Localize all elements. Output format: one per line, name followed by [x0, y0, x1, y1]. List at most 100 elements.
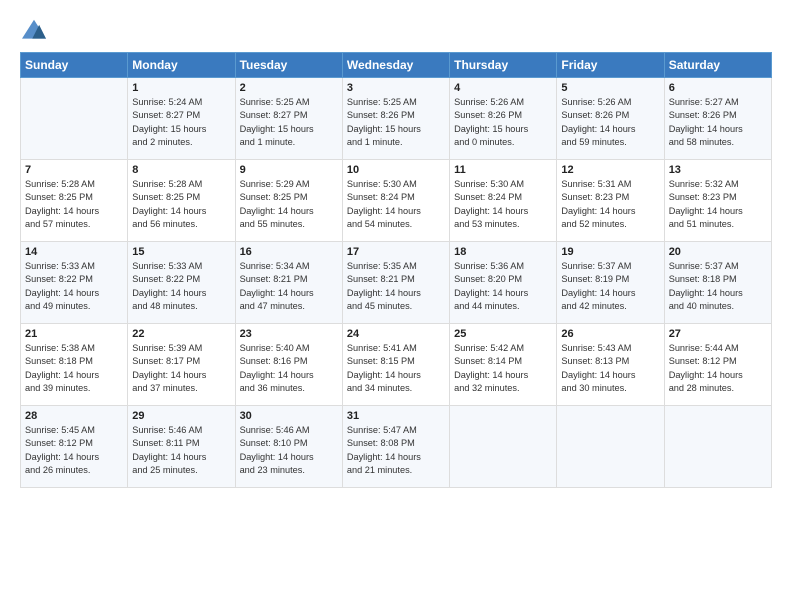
day-cell: 1 Sunrise: 5:24 AM Sunset: 8:27 PM Daylig… [128, 78, 235, 160]
day-cell: 7Sunrise: 5:28 AM Sunset: 8:25 PM Daylig… [21, 160, 128, 242]
day-number: 25 [454, 328, 552, 340]
day-info: Sunrise: 5:28 AM Sunset: 8:25 PM Dayligh… [132, 178, 230, 231]
day-cell: 4 Sunrise: 5:26 AM Sunset: 8:26 PM Daylig… [450, 78, 557, 160]
day-cell: 3Sunrise: 5:25 AM Sunset: 8:26 PM Daylig… [342, 78, 449, 160]
day-number: 29 [132, 410, 230, 422]
day-number: 19 [561, 246, 659, 258]
day-info: Sunrise: 5:30 AM Sunset: 8:24 PM Dayligh… [454, 178, 552, 231]
col-header-thursday: Thursday [450, 53, 557, 78]
day-number: 17 [347, 246, 445, 258]
day-cell: 16Sunrise: 5:34 AM Sunset: 8:21 PM Dayli… [235, 242, 342, 324]
day-number: 10 [347, 164, 445, 176]
col-header-friday: Friday [557, 53, 664, 78]
day-info: Sunrise: 5:27 AM Sunset: 8:26 PM Dayligh… [669, 96, 767, 149]
day-number: 4 [454, 82, 552, 94]
logo [20, 18, 52, 42]
day-number: 3 [347, 82, 445, 94]
week-row-1: 1 Sunrise: 5:24 AM Sunset: 8:27 PM Daylig… [21, 78, 772, 160]
day-cell: 10 Sunrise: 5:30 AM Sunset: 8:24 PM Dayli… [342, 160, 449, 242]
day-cell: 29 Sunrise: 5:46 AM Sunset: 8:11 PM Dayli… [128, 406, 235, 488]
day-cell: 9Sunrise: 5:29 AM Sunset: 8:25 PM Daylig… [235, 160, 342, 242]
day-info: Sunrise: 5:31 AM Sunset: 8:23 PM Dayligh… [561, 178, 659, 231]
day-cell: 26 Sunrise: 5:43 AM Sunset: 8:13 PM Dayli… [557, 324, 664, 406]
day-cell: 14 Sunrise: 5:33 AM Sunset: 8:22 PM Dayli… [21, 242, 128, 324]
day-info: Sunrise: 5:44 AM Sunset: 8:12 PM Dayligh… [669, 342, 767, 395]
day-number: 22 [132, 328, 230, 340]
day-cell: 6 Sunrise: 5:27 AM Sunset: 8:26 PM Daylig… [664, 78, 771, 160]
col-header-tuesday: Tuesday [235, 53, 342, 78]
day-number: 28 [25, 410, 123, 422]
day-number: 9 [240, 164, 338, 176]
day-info: Sunrise: 5:42 AM Sunset: 8:14 PM Dayligh… [454, 342, 552, 395]
day-cell: 28 Sunrise: 5:45 AM Sunset: 8:12 PM Dayli… [21, 406, 128, 488]
week-row-3: 14 Sunrise: 5:33 AM Sunset: 8:22 PM Dayli… [21, 242, 772, 324]
day-info: Sunrise: 5:24 AM Sunset: 8:27 PM Dayligh… [132, 96, 230, 149]
day-cell: 15Sunrise: 5:33 AM Sunset: 8:22 PM Dayli… [128, 242, 235, 324]
day-info: Sunrise: 5:26 AM Sunset: 8:26 PM Dayligh… [454, 96, 552, 149]
day-cell [664, 406, 771, 488]
day-info: Sunrise: 5:30 AM Sunset: 8:24 PM Dayligh… [347, 178, 445, 231]
day-cell: 20 Sunrise: 5:37 AM Sunset: 8:18 PM Dayli… [664, 242, 771, 324]
day-info: Sunrise: 5:43 AM Sunset: 8:13 PM Dayligh… [561, 342, 659, 395]
day-number: 23 [240, 328, 338, 340]
day-info: Sunrise: 5:33 AM Sunset: 8:22 PM Dayligh… [25, 260, 123, 313]
day-cell: 12 Sunrise: 5:31 AM Sunset: 8:23 PM Dayli… [557, 160, 664, 242]
day-cell: 18Sunrise: 5:36 AM Sunset: 8:20 PM Dayli… [450, 242, 557, 324]
col-header-wednesday: Wednesday [342, 53, 449, 78]
calendar-table: SundayMondayTuesdayWednesdayThursdayFrid… [20, 52, 772, 488]
day-info: Sunrise: 5:32 AM Sunset: 8:23 PM Dayligh… [669, 178, 767, 231]
page: SundayMondayTuesdayWednesdayThursdayFrid… [0, 0, 792, 612]
day-number: 12 [561, 164, 659, 176]
day-number: 20 [669, 246, 767, 258]
day-cell: 8Sunrise: 5:28 AM Sunset: 8:25 PM Daylig… [128, 160, 235, 242]
day-number: 27 [669, 328, 767, 340]
day-info: Sunrise: 5:37 AM Sunset: 8:19 PM Dayligh… [561, 260, 659, 313]
day-number: 11 [454, 164, 552, 176]
day-cell: 23 Sunrise: 5:40 AM Sunset: 8:16 PM Dayli… [235, 324, 342, 406]
day-cell [450, 406, 557, 488]
day-number: 21 [25, 328, 123, 340]
day-info: Sunrise: 5:37 AM Sunset: 8:18 PM Dayligh… [669, 260, 767, 313]
day-number: 31 [347, 410, 445, 422]
day-number: 24 [347, 328, 445, 340]
col-header-sunday: Sunday [21, 53, 128, 78]
day-number: 1 [132, 82, 230, 94]
day-cell: 30 Sunrise: 5:46 AM Sunset: 8:10 PM Dayli… [235, 406, 342, 488]
day-cell [557, 406, 664, 488]
day-info: Sunrise: 5:25 AM Sunset: 8:27 PM Dayligh… [240, 96, 338, 149]
day-info: Sunrise: 5:39 AM Sunset: 8:17 PM Dayligh… [132, 342, 230, 395]
day-cell: 21Sunrise: 5:38 AM Sunset: 8:18 PM Dayli… [21, 324, 128, 406]
week-row-2: 7Sunrise: 5:28 AM Sunset: 8:25 PM Daylig… [21, 160, 772, 242]
day-cell: 22 Sunrise: 5:39 AM Sunset: 8:17 PM Dayli… [128, 324, 235, 406]
day-info: Sunrise: 5:36 AM Sunset: 8:20 PM Dayligh… [454, 260, 552, 313]
week-row-5: 28 Sunrise: 5:45 AM Sunset: 8:12 PM Dayli… [21, 406, 772, 488]
day-info: Sunrise: 5:46 AM Sunset: 8:11 PM Dayligh… [132, 424, 230, 477]
day-info: Sunrise: 5:34 AM Sunset: 8:21 PM Dayligh… [240, 260, 338, 313]
day-number: 13 [669, 164, 767, 176]
day-cell: 11 Sunrise: 5:30 AM Sunset: 8:24 PM Dayli… [450, 160, 557, 242]
day-number: 14 [25, 246, 123, 258]
day-info: Sunrise: 5:41 AM Sunset: 8:15 PM Dayligh… [347, 342, 445, 395]
day-info: Sunrise: 5:46 AM Sunset: 8:10 PM Dayligh… [240, 424, 338, 477]
day-cell: 2Sunrise: 5:25 AM Sunset: 8:27 PM Daylig… [235, 78, 342, 160]
day-info: Sunrise: 5:45 AM Sunset: 8:12 PM Dayligh… [25, 424, 123, 477]
header-row: SundayMondayTuesdayWednesdayThursdayFrid… [21, 53, 772, 78]
day-info: Sunrise: 5:28 AM Sunset: 8:25 PM Dayligh… [25, 178, 123, 231]
col-header-monday: Monday [128, 53, 235, 78]
col-header-saturday: Saturday [664, 53, 771, 78]
day-number: 5 [561, 82, 659, 94]
day-cell: 27 Sunrise: 5:44 AM Sunset: 8:12 PM Dayli… [664, 324, 771, 406]
day-number: 30 [240, 410, 338, 422]
day-number: 15 [132, 246, 230, 258]
day-info: Sunrise: 5:26 AM Sunset: 8:26 PM Dayligh… [561, 96, 659, 149]
logo-icon [20, 18, 48, 42]
day-info: Sunrise: 5:40 AM Sunset: 8:16 PM Dayligh… [240, 342, 338, 395]
day-number: 26 [561, 328, 659, 340]
week-row-4: 21Sunrise: 5:38 AM Sunset: 8:18 PM Dayli… [21, 324, 772, 406]
day-number: 6 [669, 82, 767, 94]
day-cell: 31 Sunrise: 5:47 AM Sunset: 8:08 PM Dayli… [342, 406, 449, 488]
header [20, 18, 772, 42]
day-cell [21, 78, 128, 160]
day-cell: 24 Sunrise: 5:41 AM Sunset: 8:15 PM Dayli… [342, 324, 449, 406]
day-info: Sunrise: 5:47 AM Sunset: 8:08 PM Dayligh… [347, 424, 445, 477]
